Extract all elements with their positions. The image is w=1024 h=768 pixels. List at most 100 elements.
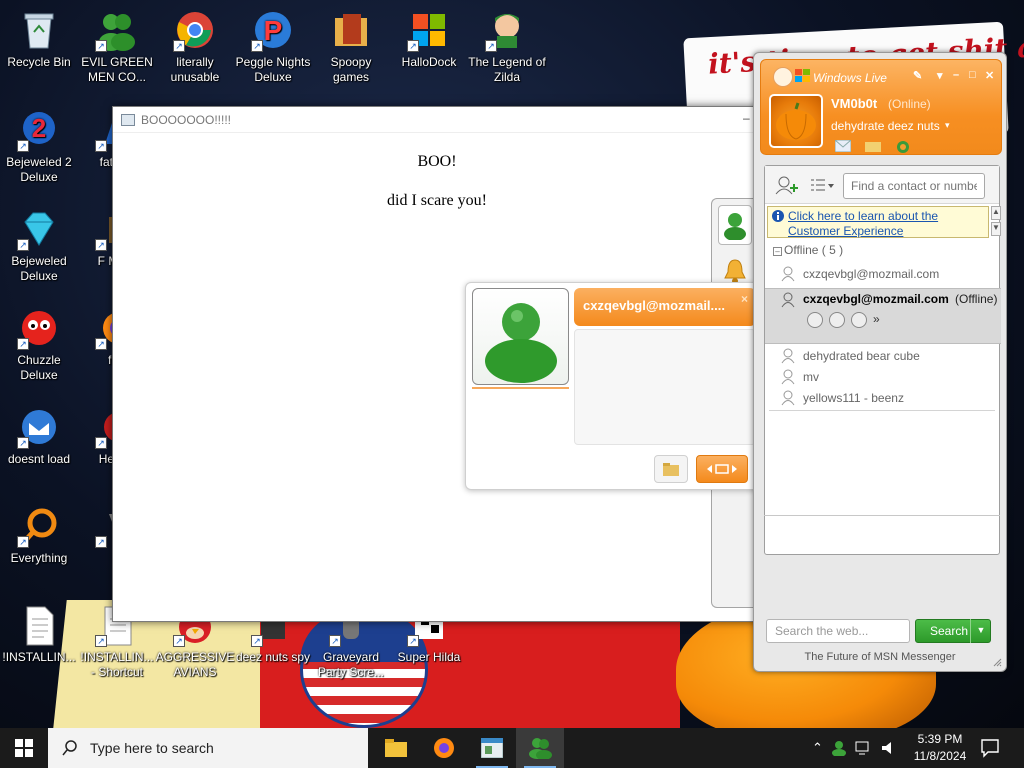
buddy-icon xyxy=(485,303,557,383)
network-icon[interactable] xyxy=(855,741,873,755)
desktop-icon-spoopy-games[interactable]: Spoopy games xyxy=(311,8,391,85)
boo-window-titlebar[interactable]: BOOOOOOO!!!!! – xyxy=(113,107,761,133)
bejeweled2-icon: 2 ↗ xyxy=(17,108,61,152)
taskbar-app-messenger[interactable] xyxy=(516,728,564,768)
add-contact-icon[interactable] xyxy=(775,176,799,196)
desktop-icon-evil-green-men[interactable]: ↗ EVIL GREEN MEN CO... xyxy=(77,8,157,85)
selected-contact-actions: » xyxy=(807,312,880,328)
web-search-input[interactable]: Search the web... xyxy=(766,619,910,643)
contact-card-popup[interactable]: cxzqevbgl@mozmail.... × xyxy=(465,282,759,490)
clock-time: 5:39 PM xyxy=(917,732,963,746)
messenger-header: Windows Live ✎ ▾ – □ ✕ VM0b0t (Online) d… xyxy=(760,59,1002,155)
chuzzle-icon: ↗ xyxy=(17,306,61,350)
desktop-icon-everything[interactable]: ↗ Everything xyxy=(0,504,79,566)
resize-grip-icon[interactable] xyxy=(992,657,1002,667)
volume-icon[interactable] xyxy=(881,741,897,755)
contact-list-item[interactable]: mv xyxy=(765,367,1001,388)
menu-chevron-down-icon[interactable]: ▾ xyxy=(937,69,943,82)
selected-contact-status: (Offline) xyxy=(955,292,998,306)
more-actions-icon[interactable]: » xyxy=(873,312,880,328)
desktop-icon-recycle-bin[interactable]: Recycle Bin xyxy=(0,8,79,70)
personal-message[interactable]: dehydrate deez nuts xyxy=(831,119,940,133)
banner-scrollbar[interactable]: ▲ ▼ xyxy=(991,206,1001,238)
offline-buddy-icon xyxy=(781,266,795,282)
header-action-icons xyxy=(835,140,911,154)
send-message-icon[interactable] xyxy=(851,312,867,328)
search-icon xyxy=(62,740,77,756)
desktop-icon-label: HalloDock xyxy=(401,55,457,69)
view-profile-icon[interactable] xyxy=(807,312,823,328)
taskbar-clock[interactable]: 5:39 PM 11/8/2024 xyxy=(908,731,972,765)
user-display-name[interactable]: VM0b0t xyxy=(831,96,877,111)
banner-line-1: Click here to learn about the xyxy=(788,209,939,223)
contact-display-picture[interactable] xyxy=(472,288,569,385)
contact-list-item[interactable]: dehydrated bear cube xyxy=(765,346,1001,367)
app-window-icon xyxy=(481,738,503,758)
messenger-tray-icon[interactable] xyxy=(831,740,847,756)
desktop-icon-peggle[interactable]: P ↗ Peggle Nights Deluxe xyxy=(233,8,313,85)
status-dropdown-icon[interactable]: ▾ xyxy=(945,120,950,131)
start-button[interactable] xyxy=(0,728,48,768)
collapse-icon[interactable]: – xyxy=(773,247,782,256)
pumpkin-icon xyxy=(776,102,816,140)
mail-icon[interactable] xyxy=(835,140,851,152)
desktop-icon-literally-unusable[interactable]: ↗ literally unusable xyxy=(155,8,235,85)
spaces-icon[interactable] xyxy=(895,140,911,154)
send-email-icon[interactable] xyxy=(829,312,845,328)
desktop-icon-hallodock[interactable]: ↗ HalloDock xyxy=(389,8,469,70)
desktop-icon-label: literally unusable xyxy=(170,55,220,84)
expand-conversation-button[interactable] xyxy=(696,455,748,483)
scroll-up-icon[interactable]: ▲ xyxy=(991,206,1001,220)
desktop-icon-label: deez nuts spy xyxy=(235,650,311,664)
chevron-up-icon[interactable]: ⌃ xyxy=(812,740,823,756)
customer-experience-banner[interactable]: Click here to learn about the Customer E… xyxy=(767,206,989,238)
diamond-icon: ↗ xyxy=(17,207,61,251)
user-status[interactable]: (Online) xyxy=(888,97,931,111)
messenger-window[interactable]: Windows Live ✎ ▾ – □ ✕ VM0b0t (Online) d… xyxy=(753,52,1007,672)
close-icon[interactable]: × xyxy=(741,292,748,306)
desktop-icon-bejeweled[interactable]: ↗ Bejeweled Deluxe xyxy=(0,207,79,284)
offline-buddy-icon xyxy=(781,292,795,308)
customer-experience-link[interactable]: Click here to learn about the Customer E… xyxy=(788,209,938,239)
clock-date: 11/8/2024 xyxy=(913,749,967,763)
desktop-icon-label: Everything xyxy=(10,551,68,565)
list-divider xyxy=(769,410,995,411)
messenger-icon xyxy=(529,738,552,759)
maximize-button[interactable]: □ xyxy=(969,69,976,81)
document-icon xyxy=(17,603,61,647)
desktop-icon-doesnt-load[interactable]: ↗ doesnt load xyxy=(0,405,79,467)
everything-search-icon: ↗ xyxy=(17,504,61,548)
chrome-icon: ↗ xyxy=(173,8,217,52)
svg-text:P: P xyxy=(264,15,283,46)
list-view-options-icon[interactable] xyxy=(811,178,835,194)
search-options-chevron-icon[interactable]: ▼ xyxy=(970,619,991,643)
contact-card-header[interactable]: cxzqevbgl@mozmail.... × xyxy=(574,288,756,326)
taskbar-app-file-explorer[interactable] xyxy=(372,728,420,768)
taskbar-app-window[interactable] xyxy=(468,728,516,768)
desktop-icon-chuzzle[interactable]: ↗ Chuzzle Deluxe xyxy=(0,306,79,383)
customize-icon[interactable]: ✎ xyxy=(913,69,922,82)
close-button[interactable]: ✕ xyxy=(985,69,994,82)
scroll-down-icon[interactable]: ▼ xyxy=(991,222,1001,236)
taskbar-app-firefox[interactable] xyxy=(420,728,468,768)
desktop-icon-label: The Legend of Zilda xyxy=(468,55,546,84)
taskbar: Type here to search ⌃ 5:39 PM 11/8/2024 xyxy=(0,728,1024,768)
minimize-button[interactable]: – xyxy=(953,69,959,81)
selected-contact-item[interactable]: cxzqevbgl@mozmail.com (Offline) » xyxy=(765,288,1001,344)
notification-center-icon[interactable] xyxy=(980,738,1000,758)
user-display-picture[interactable] xyxy=(769,94,823,148)
desktop-icon-bejeweled2[interactable]: 2 ↗ Bejeweled 2 Deluxe xyxy=(0,108,79,185)
system-tray: ⌃ xyxy=(812,728,897,768)
contact-search-input[interactable] xyxy=(843,173,985,199)
taskbar-search-box[interactable]: Type here to search xyxy=(48,728,368,768)
contact-list-item[interactable]: cxzqevbgl@mozmail.com xyxy=(765,264,1001,285)
desktop-icon-installing[interactable]: !INSTALLIN... xyxy=(0,603,79,665)
contact-card-email: cxzqevbgl@mozmail.... xyxy=(583,298,725,313)
conversation-tab-contact[interactable] xyxy=(718,205,752,245)
messenger-logo-icon xyxy=(773,67,793,87)
contact-list-item[interactable]: yellows111 - beenz xyxy=(765,388,1001,409)
offline-group-header[interactable]: – Offline ( 5 ) xyxy=(773,243,843,257)
desktop-icon-legend-of-zilda[interactable]: ↗ The Legend of Zilda xyxy=(467,8,547,85)
shared-folder-button[interactable] xyxy=(654,455,688,483)
folder-icon[interactable] xyxy=(865,140,881,152)
